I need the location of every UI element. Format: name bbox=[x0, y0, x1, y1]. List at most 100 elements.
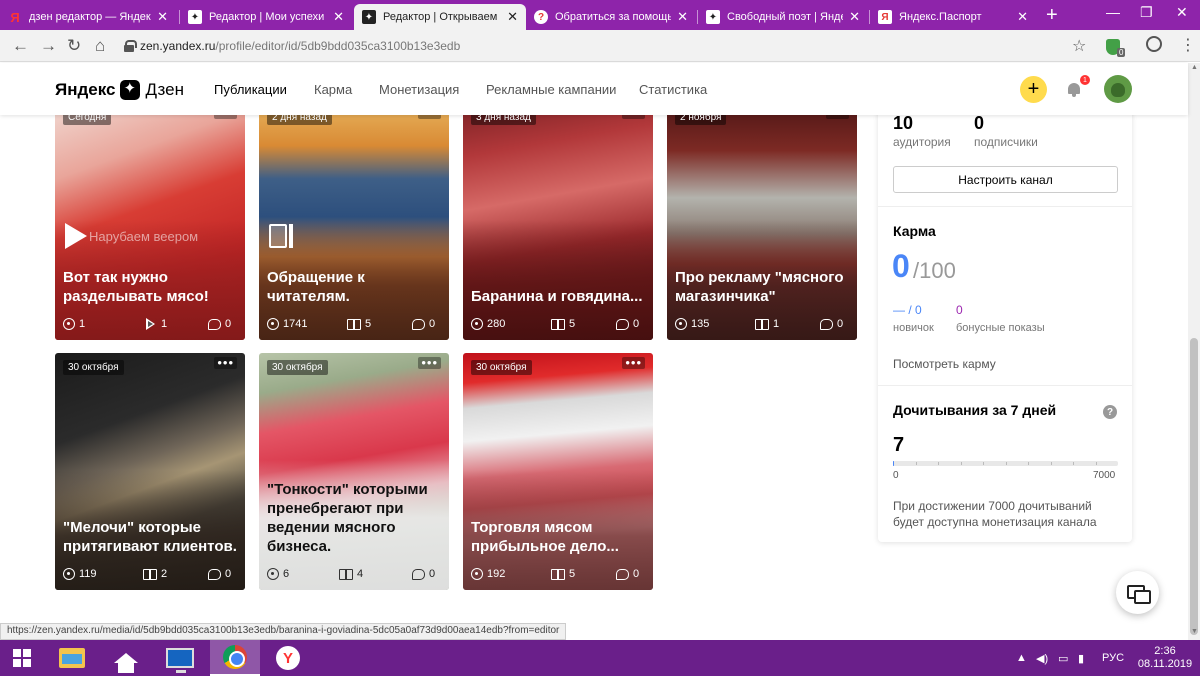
url-host: zen.yandex.ru bbox=[140, 39, 216, 53]
publication-title[interactable]: Про рекламу "мясного магазинчика" bbox=[675, 268, 849, 306]
comment-icon bbox=[820, 318, 833, 330]
reload-icon[interactable]: ↻ bbox=[67, 36, 81, 56]
language-indicator[interactable]: РУС bbox=[1102, 652, 1124, 664]
taskbar-yandex-browser[interactable]: Y bbox=[266, 640, 310, 676]
page-scrollbar[interactable] bbox=[1188, 63, 1200, 640]
minimize-button[interactable]: — bbox=[1106, 4, 1120, 20]
nav-monetization[interactable]: Монетизация bbox=[379, 82, 459, 97]
browser-tab-active[interactable]: ✦ Редактор | Открываем ✕ bbox=[354, 4, 526, 30]
configure-channel-button[interactable]: Настроить канал bbox=[893, 166, 1118, 193]
close-icon[interactable]: ✕ bbox=[507, 9, 518, 25]
nav-statistics[interactable]: Статистика bbox=[639, 82, 707, 97]
publication-card[interactable]: 30 октября ••• "Тонкости" которыми прене… bbox=[259, 353, 449, 590]
clock-time: 2:36 bbox=[1154, 645, 1176, 657]
browser-menu-icon[interactable]: ⋮ bbox=[1180, 35, 1196, 55]
bell-icon[interactable] bbox=[1067, 81, 1081, 97]
maximize-button[interactable]: ❐ bbox=[1140, 4, 1153, 21]
publication-title[interactable]: "Тонкости" которыми пренебрегают при вед… bbox=[267, 480, 441, 556]
browser-tab[interactable]: ✦ Свободный поэт | Яндек ✕ bbox=[698, 4, 868, 30]
bookmark-star-icon[interactable]: ☆ bbox=[1072, 36, 1086, 56]
publication-title[interactable]: Вот так нужно разделывать мясо! bbox=[63, 268, 237, 306]
taskbar-monitor[interactable] bbox=[158, 640, 202, 676]
browser-tab[interactable]: Я дзен редактор — Яндекс ✕ bbox=[0, 4, 176, 30]
views-count: 192 bbox=[487, 568, 506, 580]
zen-logo[interactable]: Яндекс Дзен bbox=[55, 79, 185, 100]
close-icon[interactable]: ✕ bbox=[333, 9, 344, 25]
close-window-button[interactable]: ✕ bbox=[1176, 4, 1188, 21]
avatar[interactable] bbox=[1104, 75, 1132, 103]
subscribers-value: 0 bbox=[974, 113, 985, 133]
tray-up-arrow-icon[interactable]: ▲ bbox=[1016, 652, 1027, 664]
taskbar-chrome[interactable] bbox=[210, 640, 260, 676]
help-icon[interactable]: ? bbox=[1103, 405, 1117, 419]
publication-card[interactable]: 30 октября ••• Торговля мясом прибыльное… bbox=[463, 353, 653, 590]
browser-tab[interactable]: Я Яндекс.Паспорт ✕ bbox=[870, 4, 1036, 30]
reads-value: 7 bbox=[893, 434, 905, 456]
browser-tab[interactable]: ✦ Редактор | Мои успехи и ✕ bbox=[180, 4, 352, 30]
start-button[interactable] bbox=[0, 640, 44, 676]
network-icon[interactable]: ▭ bbox=[1058, 652, 1068, 665]
taskbar-clock[interactable]: 2:36 08.11.2019 bbox=[1136, 645, 1194, 671]
views-count: 1741 bbox=[283, 318, 308, 330]
volume-icon[interactable]: ◀) bbox=[1036, 652, 1048, 665]
nav-karma[interactable]: Карма bbox=[314, 82, 352, 97]
close-icon[interactable]: ✕ bbox=[157, 9, 168, 25]
subscribers-label: подписчики bbox=[974, 135, 1038, 149]
publication-title[interactable]: "Мелочи" которые притягивают клиентов. bbox=[63, 518, 237, 556]
taskbar-explorer[interactable] bbox=[50, 640, 94, 676]
clock-date: 08.11.2019 bbox=[1137, 658, 1193, 670]
book-icon bbox=[755, 318, 769, 330]
more-options-icon[interactable]: ••• bbox=[214, 356, 237, 369]
publication-title[interactable]: Обращение к читателям. bbox=[267, 268, 441, 306]
publication-card[interactable]: 2 ноября ••• Про рекламу "мясного магази… bbox=[667, 103, 857, 340]
browser-tab[interactable]: ? Обратиться за помощь ✕ bbox=[526, 4, 696, 30]
publication-card[interactable]: 30 октября ••• "Мелочи" которые притягив… bbox=[55, 353, 245, 590]
publication-card[interactable]: 3 дня назад ••• Баранина и говядина... 2… bbox=[463, 103, 653, 340]
comments-count: 0 bbox=[837, 318, 844, 330]
create-publication-button[interactable]: + bbox=[1020, 76, 1047, 103]
more-options-icon[interactable]: ••• bbox=[418, 356, 441, 369]
play-count-icon bbox=[146, 318, 155, 330]
progress-tick bbox=[1050, 462, 1052, 465]
back-icon[interactable]: ← bbox=[12, 36, 29, 56]
logo-yandex: Яндекс bbox=[55, 80, 116, 99]
taskbar-home[interactable] bbox=[104, 640, 148, 676]
comments-count: 0 bbox=[429, 318, 436, 330]
logo-zen: Дзен bbox=[145, 80, 185, 99]
close-icon[interactable]: ✕ bbox=[1017, 9, 1028, 25]
new-tab-button[interactable]: + bbox=[1046, 4, 1058, 27]
view-karma-link[interactable]: Посмотреть карму bbox=[893, 357, 996, 371]
scrollbar-thumb[interactable] bbox=[1190, 338, 1198, 635]
chat-button[interactable] bbox=[1116, 571, 1159, 614]
publication-card[interactable]: 2 дня назад ••• Обращение к читателям. 1… bbox=[259, 103, 449, 340]
close-icon[interactable]: ✕ bbox=[677, 9, 688, 25]
chrome-icon bbox=[223, 645, 247, 669]
reads-count: 4 bbox=[357, 568, 364, 580]
play-icon[interactable] bbox=[65, 223, 87, 249]
status-bar-url: https://zen.yandex.ru/media/id/5db9bdd03… bbox=[0, 623, 567, 640]
close-icon[interactable]: ✕ bbox=[849, 9, 860, 25]
address-bar: ← → ↻ ⌂ zen.yandex.ru/profile/editor/id/… bbox=[0, 30, 1200, 62]
publication-title[interactable]: Баранина и говядина... bbox=[471, 287, 645, 306]
publication-date: 30 октября bbox=[471, 360, 532, 375]
home-icon[interactable]: ⌂ bbox=[95, 36, 105, 56]
more-options-icon[interactable]: ••• bbox=[622, 356, 645, 369]
battery-icon[interactable]: ▮ bbox=[1078, 652, 1084, 665]
profile-icon[interactable] bbox=[1146, 36, 1162, 52]
book-icon bbox=[551, 318, 565, 330]
tab-title: Обратиться за помощь bbox=[555, 11, 672, 23]
book-icon bbox=[551, 568, 565, 580]
publication-card[interactable]: Сегодня ••• Нарубаем веером Вот так нужн… bbox=[55, 103, 245, 340]
scroll-down-icon[interactable]: ▼ bbox=[1191, 628, 1198, 635]
windows-icon bbox=[13, 649, 31, 667]
url-path: /profile/editor/id/5db9bdd035ca3100b13e3… bbox=[215, 39, 461, 53]
lock-icon[interactable] bbox=[124, 40, 137, 52]
eye-icon bbox=[63, 568, 75, 580]
publication-date: 30 октября bbox=[63, 360, 124, 375]
scroll-up-icon[interactable]: ▲ bbox=[1191, 64, 1198, 71]
forward-icon[interactable]: → bbox=[40, 36, 57, 56]
nav-ad-campaigns[interactable]: Рекламные кампании bbox=[486, 82, 616, 97]
publication-title[interactable]: Торговля мясом прибыльное дело... bbox=[471, 518, 645, 556]
nav-publications[interactable]: Публикации bbox=[214, 82, 287, 97]
url-input[interactable]: zen.yandex.ru/profile/editor/id/5db9bdd0… bbox=[120, 34, 1096, 58]
